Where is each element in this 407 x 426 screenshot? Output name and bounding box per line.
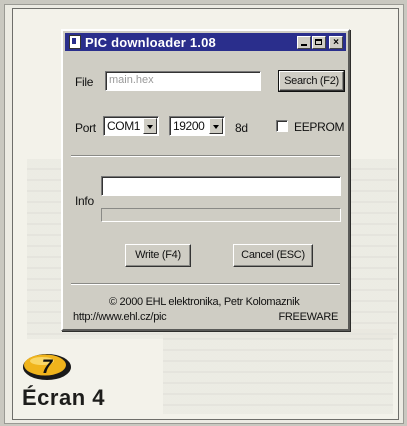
chevron-down-icon[interactable] [143,118,157,134]
divider [71,283,340,285]
baud-select-value: 19200 [173,119,205,133]
maximize-button[interactable] [312,35,326,49]
port-select-value: COM1 [107,119,141,133]
divider [71,155,340,157]
search-button[interactable]: Search (F2) [278,70,345,92]
copyright-text: © 2000 EHL elektronika, Petr Kolomaznik [109,296,300,308]
pic-downloader-window: PIC downloader 1.08 × File main.hex Sear… [61,29,350,331]
website-url[interactable]: http://www.ehl.cz/pic [73,311,167,323]
info-label: Info [75,194,94,208]
port-label: Port [75,121,96,135]
eeprom-checkbox[interactable] [276,120,288,132]
eeprom-label[interactable]: EEPROM [294,120,345,134]
title-bar[interactable]: PIC downloader 1.08 × [65,33,346,51]
app-icon [69,35,81,49]
format-label: 8d [235,121,248,135]
number-badge-icon: 7 [23,354,71,380]
figure-caption: Écran 4 [22,385,105,410]
minimize-button[interactable] [297,35,311,49]
license-text: FREEWARE [278,311,338,323]
write-button[interactable]: Write (F4) [125,244,191,267]
port-select[interactable]: COM1 [103,116,159,136]
faded-background-text [163,329,393,414]
file-label: File [75,75,94,89]
window-title: PIC downloader 1.08 [85,34,216,50]
cancel-button[interactable]: Cancel (ESC) [233,244,313,267]
chevron-down-icon[interactable] [209,118,223,134]
progress-bar [101,208,341,222]
info-field [101,176,341,196]
badge-number: 7 [42,357,54,378]
baud-select[interactable]: 19200 [169,116,225,136]
close-button[interactable]: × [329,35,343,49]
file-path-field[interactable]: main.hex [105,71,261,91]
